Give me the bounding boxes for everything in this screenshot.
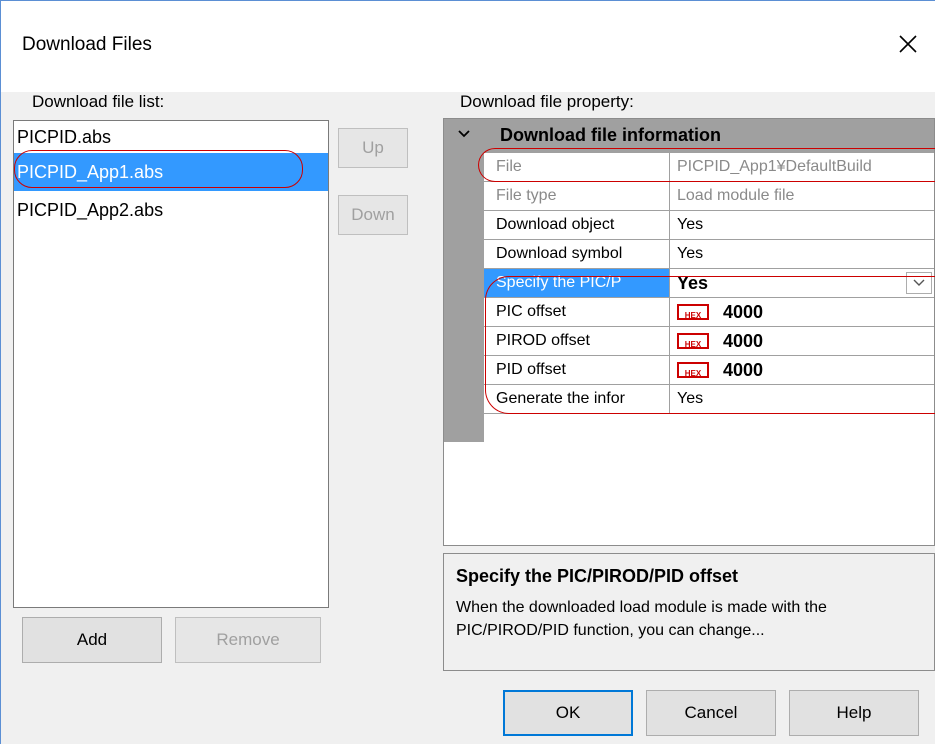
- file-listbox[interactable]: PICPID.abs PICPID_App1.abs PICPID_App2.a…: [13, 120, 329, 608]
- list-item[interactable]: PICPID_App2.abs: [14, 191, 328, 229]
- cancel-button[interactable]: Cancel: [646, 690, 776, 736]
- annotation-highlight: [485, 276, 935, 414]
- property-row-file-type[interactable]: File type Load module file: [484, 182, 934, 211]
- property-value[interactable]: Yes: [671, 240, 934, 268]
- window-border-top: [0, 0, 935, 1]
- property-label: Download file property:: [460, 92, 634, 111]
- description-body: When the downloaded load module is made …: [456, 599, 827, 639]
- annotation-highlight: [14, 150, 303, 188]
- annotation-highlight: [478, 148, 935, 182]
- property-name: Download symbol: [484, 240, 670, 268]
- window-title: Download Files: [22, 34, 152, 55]
- list-item[interactable]: PICPID.abs: [14, 121, 328, 153]
- property-value[interactable]: Yes: [671, 211, 934, 239]
- property-name: Download object: [484, 211, 670, 239]
- down-button[interactable]: Down: [338, 195, 408, 235]
- file-list-label: Download file list:: [32, 92, 165, 111]
- up-button[interactable]: Up: [338, 128, 408, 168]
- help-button[interactable]: Help: [789, 690, 919, 736]
- ok-button[interactable]: OK: [503, 690, 633, 736]
- property-value: Load module file: [677, 187, 795, 204]
- description-title: Specify the PIC/PIROD/PID offset: [456, 566, 739, 586]
- close-icon: [899, 35, 917, 53]
- chevron-down-icon[interactable]: [457, 127, 471, 141]
- property-row-download-object[interactable]: Download object Yes: [484, 211, 934, 240]
- category-title: Download file information: [500, 125, 721, 145]
- property-description: Specify the PIC/PIROD/PID offset When th…: [443, 553, 935, 671]
- window-border-left: [0, 0, 1, 744]
- close-button[interactable]: [887, 24, 929, 64]
- add-button[interactable]: Add: [22, 617, 162, 663]
- property-name: File type: [484, 182, 670, 210]
- property-row-download-symbol[interactable]: Download symbol Yes: [484, 240, 934, 269]
- remove-button[interactable]: Remove: [175, 617, 321, 663]
